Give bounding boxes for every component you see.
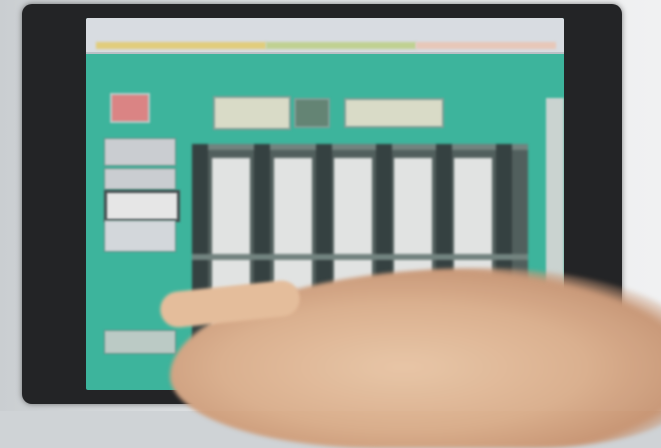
- info-panel: [213, 96, 291, 130]
- red-button[interactable]: [110, 93, 150, 123]
- side-button[interactable]: [104, 138, 176, 166]
- info-panel-dark: [294, 98, 330, 128]
- grid-header-line: [192, 144, 528, 150]
- grid-row-line: [192, 254, 528, 260]
- side-button[interactable]: [104, 220, 176, 252]
- side-button[interactable]: [104, 168, 176, 190]
- right-strip: [546, 98, 564, 298]
- screen-titlebar: [86, 18, 564, 54]
- status-bar-segment: [96, 42, 266, 49]
- status-bar-segment: [266, 42, 416, 49]
- side-button-bottom[interactable]: [104, 330, 176, 354]
- side-button-selected[interactable]: [104, 190, 180, 222]
- info-panel: [344, 98, 444, 128]
- status-bar-segment: [416, 42, 556, 49]
